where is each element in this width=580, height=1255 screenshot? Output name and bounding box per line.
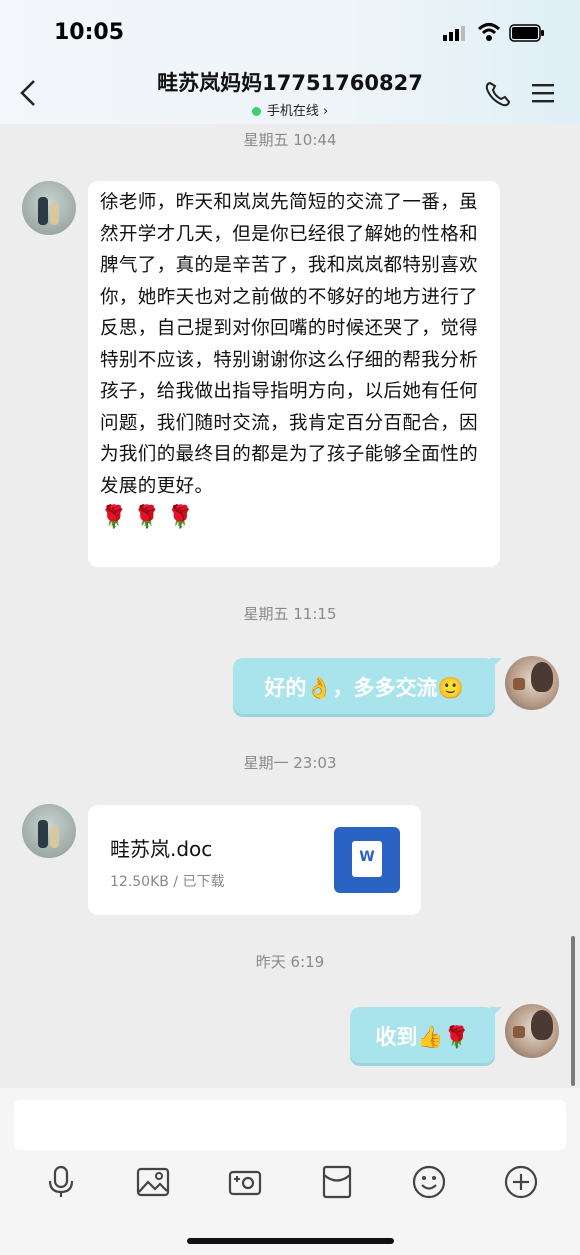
timestamp: 星期一 23:03 (243, 754, 337, 772)
chevron-right-icon: › (322, 104, 329, 119)
input-bar (0, 1088, 580, 1255)
chat-header: 畦苏岚妈妈17751760827 手机在线 › (0, 56, 580, 124)
word-doc-icon: W (334, 827, 400, 893)
file-meta: 12.50KB / 已下载 (110, 874, 225, 890)
menu-icon[interactable] (531, 82, 555, 104)
wifi-icon (477, 23, 501, 41)
message-bubble-outgoing[interactable]: 好的👌，多多交流🙂 (233, 658, 502, 714)
emoji-icon[interactable] (411, 1164, 447, 1200)
red-packet-icon[interactable] (319, 1164, 355, 1200)
timestamp: 星期五 11:15 (243, 605, 337, 623)
message-input[interactable] (14, 1100, 566, 1150)
image-icon[interactable] (135, 1164, 171, 1200)
avatar-contact[interactable] (22, 804, 76, 858)
battery-icon (509, 24, 544, 42)
phone-icon[interactable] (484, 80, 512, 108)
online-dot-icon (251, 107, 261, 116)
message-text: 徐老师，昨天和岚岚先简短的交流了一番，虽然开学才几天，但是你已经很了解她的性格和… (100, 192, 479, 497)
message-bubble-outgoing[interactable]: 收到👍🌹 (350, 1007, 502, 1063)
avatar-contact[interactable] (22, 181, 76, 235)
camera-icon[interactable] (227, 1164, 263, 1200)
avatar-self[interactable] (505, 656, 559, 710)
home-indicator[interactable] (187, 1238, 394, 1244)
message-text: 好的👌，多多交流🙂 (264, 676, 464, 700)
microphone-icon[interactable] (43, 1164, 79, 1200)
message-text: 收到👍🌹 (375, 1025, 470, 1049)
timestamp: 星期五 10:44 (243, 131, 337, 149)
status-time: 10:05 (54, 20, 125, 45)
rose-emoji: 🌹🌹🌹 (100, 505, 201, 530)
message-bubble-incoming[interactable]: 徐老师，昨天和岚岚先简短的交流了一番，虽然开学才几天，但是你已经很了解她的性格和… (88, 181, 500, 567)
file-name: 畦苏岚.doc (110, 837, 213, 861)
plus-icon[interactable] (503, 1164, 539, 1200)
status-bar: 10:05 (0, 0, 580, 64)
presence-text: 手机在线 (266, 104, 319, 119)
signal-icon (443, 26, 465, 41)
file-message[interactable]: 畦苏岚.doc 12.50KB / 已下载 W (88, 805, 421, 915)
scrollbar[interactable] (571, 936, 575, 1086)
avatar-self[interactable] (505, 1004, 559, 1058)
timestamp: 昨天 6:19 (255, 953, 325, 971)
